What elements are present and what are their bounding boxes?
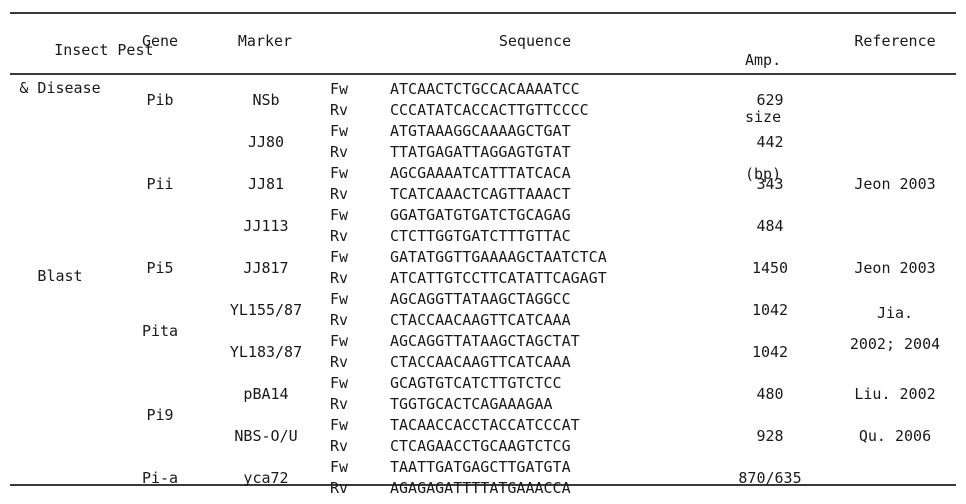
cell-pest-disease: Blast <box>37 266 83 285</box>
cell-amp-size: 928 <box>756 426 784 445</box>
primer-direction-reverse: Rv <box>330 311 349 329</box>
cell-marker-jj113: JJ113 <box>243 216 289 235</box>
cell-marker-jj817: JJ817 <box>243 258 289 277</box>
primer-direction-reverse: Rv <box>330 185 349 203</box>
cell-marker-jj81: JJ81 <box>247 174 285 193</box>
primer-sequence-forward: GGATGATGTGATCTGCAGAG <box>390 206 571 224</box>
primer-sequence-forward: GCAGTGTCATCTTGTCTCC <box>390 374 562 392</box>
primer-direction-reverse: Rv <box>330 353 349 371</box>
primer-direction-forward: Fw <box>330 122 349 140</box>
cell-reference: Liu. 2002 <box>854 384 936 403</box>
cell-marker-yl183-87: YL183/87 <box>229 342 303 361</box>
primer-direction-reverse: Rv <box>330 479 349 497</box>
primer-direction-forward: Fw <box>330 332 349 350</box>
cell-amp-size: 1042 <box>751 342 789 361</box>
primer-sequence-reverse: CTACCAACAAGTTCATCAAA <box>390 311 571 329</box>
cell-amp-size: 442 <box>756 132 784 151</box>
primer-direction-reverse: Rv <box>330 437 349 455</box>
cell-amp-size: 870/635 <box>738 468 802 487</box>
primer-direction-forward: Fw <box>330 80 349 98</box>
cell-reference: Jia. <box>876 303 914 322</box>
primer-sequence-reverse: CTCTTGGTGATCTTTGTTAC <box>390 227 571 245</box>
primer-direction-forward: Fw <box>330 248 349 266</box>
primer-sequence-reverse: CTACCAACAAGTTCATCAAA <box>390 353 571 371</box>
cell-marker-yca72: yca72 <box>243 468 289 487</box>
column-header-reference: Reference <box>854 32 936 50</box>
column-header-gene: Gene <box>141 32 179 50</box>
cell-gene-pii: Pii <box>146 174 174 193</box>
primer-sequence-forward: AGCAGGTTATAAGCTAGGCC <box>390 290 571 308</box>
primer-direction-forward: Fw <box>330 206 349 224</box>
primer-sequence-reverse: AGAGAGATTTTATGAAACCA <box>390 479 571 497</box>
cell-marker-jj80: JJ80 <box>247 132 285 151</box>
cell-gene-pi5: Pi5 <box>146 258 174 277</box>
primer-sequence-forward: ATCAACTCTGCCACAAAATCC <box>390 80 580 98</box>
primer-sequence-reverse: CCCATATCACCACTTGTTCCCC <box>390 101 589 119</box>
primer-sequence-reverse: TGGTGCACTCAGAAAGAA <box>390 395 553 413</box>
primer-table: Insect Pest & Disease Gene Marker Sequen… <box>0 0 966 504</box>
primer-direction-reverse: Rv <box>330 227 349 245</box>
cell-amp-size: 343 <box>756 174 784 193</box>
primer-sequence-reverse: CTCAGAACCTGCAAGTCTCG <box>390 437 571 455</box>
primer-direction-forward: Fw <box>330 416 349 434</box>
cell-amp-size: 1042 <box>751 300 789 319</box>
primer-direction-forward: Fw <box>330 374 349 392</box>
primer-sequence-forward: GATATGGTTGAAAAGCTAATCTCA <box>390 248 607 266</box>
primer-direction-reverse: Rv <box>330 101 349 119</box>
cell-gene-pib: Pib <box>146 90 174 109</box>
column-header-sequence: Sequence <box>498 32 572 50</box>
table-header-row: Insect Pest & Disease Gene Marker Sequen… <box>0 14 966 183</box>
primer-sequence-reverse: TCATCAAACTCAGTTAAACT <box>390 185 571 203</box>
cell-gene-pi-a: Pi-a <box>141 468 179 487</box>
primer-sequence-forward: ATGTAAAGGCAAAAGCTGAT <box>390 122 571 140</box>
primer-sequence-forward: TAATTGATGAGCTTGATGTA <box>390 458 571 476</box>
table-body: Fw ATCAACTCTGCCACAAAATCC Rv CCCATATCACCACTT… <box>0 73 966 504</box>
primer-direction-forward: Fw <box>330 164 349 182</box>
cell-amp-size: 629 <box>756 90 784 109</box>
primer-sequence-reverse: TTATGAGATTAGGAGTGTAT <box>390 143 571 161</box>
primer-sequence-reverse: ATCATTGTCCTTCATATTCAGAGT <box>390 269 607 287</box>
cell-reference: Qu. 2006 <box>858 426 932 445</box>
cell-marker-pba14: pBA14 <box>243 384 289 403</box>
cell-marker-yl155-87: YL155/87 <box>229 300 303 319</box>
column-header-amp-size-line1: Amp. <box>745 51 782 69</box>
cell-gene-pita: Pita <box>141 321 179 340</box>
primer-sequence-forward: AGCGAAAATCATTTATCACA <box>390 164 571 182</box>
primer-sequence-forward: TACAACCACCTACCATCCCAT <box>390 416 580 434</box>
cell-marker-nbs-o-u: NBS-O/U <box>234 426 298 445</box>
cell-amp-size: 480 <box>756 384 784 403</box>
primer-direction-reverse: Rv <box>330 269 349 287</box>
primer-direction-reverse: Rv <box>330 395 349 413</box>
cell-gene-pi9: Pi9 <box>146 405 174 424</box>
primer-direction-forward: Fw <box>330 290 349 308</box>
cell-amp-size: 1450 <box>751 258 789 277</box>
cell-amp-size: 484 <box>756 216 784 235</box>
primer-sequence-forward: AGCAGGTTATAAGCTAGCTAT <box>390 332 580 350</box>
primer-direction-forward: Fw <box>330 458 349 476</box>
column-header-marker: Marker <box>237 32 293 50</box>
cell-marker-nsb: NSb <box>252 90 280 109</box>
cell-reference: Jeon 2003 <box>854 258 936 277</box>
cell-reference: Jeon 2003 <box>854 174 936 193</box>
primer-direction-reverse: Rv <box>330 143 349 161</box>
cell-reference: 2002; 2004 <box>849 334 941 353</box>
